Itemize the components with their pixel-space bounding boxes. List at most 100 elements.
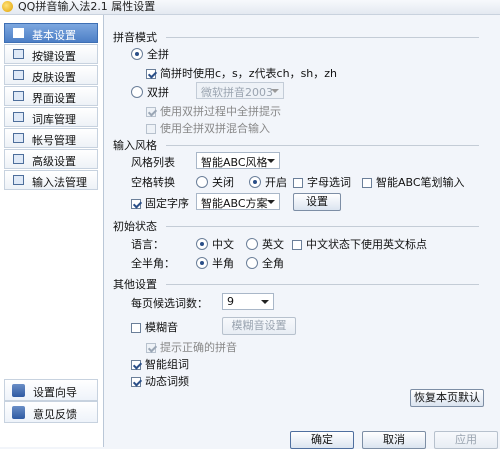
full-pinyin-label: 全拼 xyxy=(147,48,169,61)
checkbox-indicator xyxy=(362,178,372,188)
checkbox-indicator xyxy=(146,124,156,134)
candidates-per-page-label: 每页候选词数： xyxy=(131,297,208,310)
sidebar-item-advanced[interactable]: 高级设置 xyxy=(4,149,98,169)
feedback-label: 意见反馈 xyxy=(33,408,77,421)
chevron-down-icon xyxy=(267,200,275,204)
apply-button[interactable]: 应用 xyxy=(434,431,498,449)
sidebar-item-label: 按键设置 xyxy=(32,50,76,63)
smart-group-label: 智能组词 xyxy=(145,358,189,371)
sidebar-item-skin-settings[interactable]: 皮肤设置 xyxy=(4,65,98,85)
fixed-order-label: 固定字序 xyxy=(145,197,189,210)
settings-icon xyxy=(13,28,24,38)
full-pinyin-radio[interactable]: 全拼 xyxy=(131,46,169,62)
settings-panel: 拼音模式 全拼 简拼时使用c，s，z代表ch，sh，zh 双拼 微软拼音2003… xyxy=(104,15,500,449)
keyboard-icon xyxy=(13,49,24,59)
chinese-radio[interactable]: 中文 xyxy=(196,236,234,252)
ime-manage-icon xyxy=(13,175,24,185)
checkbox-indicator xyxy=(292,240,302,250)
shirt-icon xyxy=(13,70,24,80)
shuangpin-scheme-dropdown[interactable]: 微软拼音2003 xyxy=(196,82,284,99)
shuangpin-hint-checkbox[interactable]: 使用双拼过程中全拼提示 xyxy=(146,103,281,119)
checkbox-indicator xyxy=(131,360,141,370)
interface-icon xyxy=(13,91,24,101)
section-divider xyxy=(166,226,479,227)
style-settings-button[interactable]: 设置 xyxy=(293,193,341,211)
full-width-radio[interactable]: 全角 xyxy=(246,255,284,271)
sidebar-item-key-settings[interactable]: 按键设置 xyxy=(4,44,98,64)
feedback-button[interactable]: 意见反馈 xyxy=(4,401,98,423)
setup-wizard-button[interactable]: 设置向导 xyxy=(4,379,98,401)
english-radio[interactable]: 英文 xyxy=(246,236,284,252)
advanced-icon xyxy=(13,154,24,164)
style-list-value: 智能ABC风格 xyxy=(201,156,268,169)
letter-select-checkbox[interactable]: 字母选词 xyxy=(293,174,351,190)
space-off-radio[interactable]: 关闭 xyxy=(196,174,234,190)
sidebar-item-label: 皮肤设置 xyxy=(32,71,76,84)
half-width-radio[interactable]: 半角 xyxy=(196,255,234,271)
space-on-radio[interactable]: 开启 xyxy=(249,174,287,190)
sidebar-item-interface-settings[interactable]: 界面设置 xyxy=(4,86,98,106)
radio-indicator xyxy=(196,257,208,269)
checkbox-indicator xyxy=(146,343,156,353)
mixed-input-checkbox[interactable]: 使用全拼双拼混合输入 xyxy=(146,120,270,136)
space-on-label: 开启 xyxy=(265,176,287,189)
checkbox-indicator xyxy=(131,323,141,333)
smart-group-checkbox[interactable]: 智能组词 xyxy=(131,356,189,372)
checkbox-indicator xyxy=(293,178,303,188)
full-width-label: 全角 xyxy=(262,257,284,270)
dynamic-freq-label: 动态词频 xyxy=(145,375,189,388)
section-divider xyxy=(166,145,479,146)
hint-correct-label: 提示正确的拼音 xyxy=(160,341,237,354)
sidebar-item-basic-settings[interactable]: 基本设置 xyxy=(4,23,98,43)
sidebar-item-ime-management[interactable]: 输入法管理 xyxy=(4,170,98,190)
english-label: 英文 xyxy=(262,238,284,251)
chevron-down-icon xyxy=(261,300,269,304)
radio-indicator xyxy=(246,238,258,250)
scheme-value: 智能ABC方案 xyxy=(201,197,268,210)
cancel-button[interactable]: 取消 xyxy=(362,431,426,449)
sidebar-item-label: 帐号管理 xyxy=(32,134,76,147)
english-punct-checkbox[interactable]: 中文状态下使用英文标点 xyxy=(292,236,427,252)
feedback-icon xyxy=(12,406,25,419)
fixed-order-checkbox[interactable]: 固定字序 xyxy=(131,195,189,211)
shuangpin-radio[interactable]: 双拼 xyxy=(131,84,169,100)
space-off-label: 关闭 xyxy=(212,176,234,189)
setup-wizard-label: 设置向导 xyxy=(33,386,77,399)
shuangpin-label: 双拼 xyxy=(147,86,169,99)
ok-button[interactable]: 确定 xyxy=(290,431,354,449)
account-icon xyxy=(13,133,24,143)
sidebar: 基本设置 按键设置 皮肤设置 界面设置 词库管理 帐号管理 高级设置 输入法管理… xyxy=(0,15,104,447)
sidebar-item-label: 输入法管理 xyxy=(32,176,87,189)
style-list-label: 风格列表 xyxy=(131,156,175,169)
checkbox-indicator xyxy=(131,199,141,209)
chevron-down-icon xyxy=(267,159,275,163)
chevron-down-icon xyxy=(271,89,279,93)
letter-select-label: 字母选词 xyxy=(307,176,351,189)
checkbox-indicator xyxy=(146,69,156,79)
app-icon xyxy=(2,1,13,12)
abc-stroke-checkbox[interactable]: 智能ABC笔划输入 xyxy=(362,174,465,190)
simplified-pinyin-label: 简拼时使用c，s，z代表ch，sh，zh xyxy=(160,67,338,80)
sidebar-item-label: 界面设置 xyxy=(32,92,76,105)
sidebar-item-label: 基本设置 xyxy=(32,29,76,42)
window-title: QQ拼音输入法2.1 属性设置 xyxy=(18,0,156,13)
radio-indicator xyxy=(131,86,143,98)
sidebar-item-account[interactable]: 帐号管理 xyxy=(4,128,98,148)
fuzzy-pinyin-checkbox[interactable]: 模糊音 xyxy=(131,319,178,335)
other-settings-section-title: 其他设置 xyxy=(113,278,157,291)
sidebar-item-dictionary[interactable]: 词库管理 xyxy=(4,107,98,127)
candidates-per-page-dropdown[interactable]: 9 xyxy=(222,293,274,310)
radio-indicator xyxy=(246,257,258,269)
hint-correct-checkbox[interactable]: 提示正确的拼音 xyxy=(146,339,237,355)
sidebar-item-label: 词库管理 xyxy=(32,113,76,126)
style-list-dropdown[interactable]: 智能ABC风格 xyxy=(196,152,280,169)
radio-indicator xyxy=(249,176,261,188)
language-label: 语言： xyxy=(131,238,164,251)
dynamic-freq-checkbox[interactable]: 动态词频 xyxy=(131,373,189,389)
restore-defaults-button[interactable]: 恢复本页默认 xyxy=(410,389,484,407)
radio-indicator xyxy=(131,48,143,60)
fuzzy-settings-button[interactable]: 模糊音设置 xyxy=(222,317,296,335)
dictionary-icon xyxy=(13,112,24,122)
simplified-pinyin-checkbox[interactable]: 简拼时使用c，s，z代表ch，sh，zh xyxy=(146,65,337,81)
scheme-dropdown[interactable]: 智能ABC方案 xyxy=(196,193,280,210)
